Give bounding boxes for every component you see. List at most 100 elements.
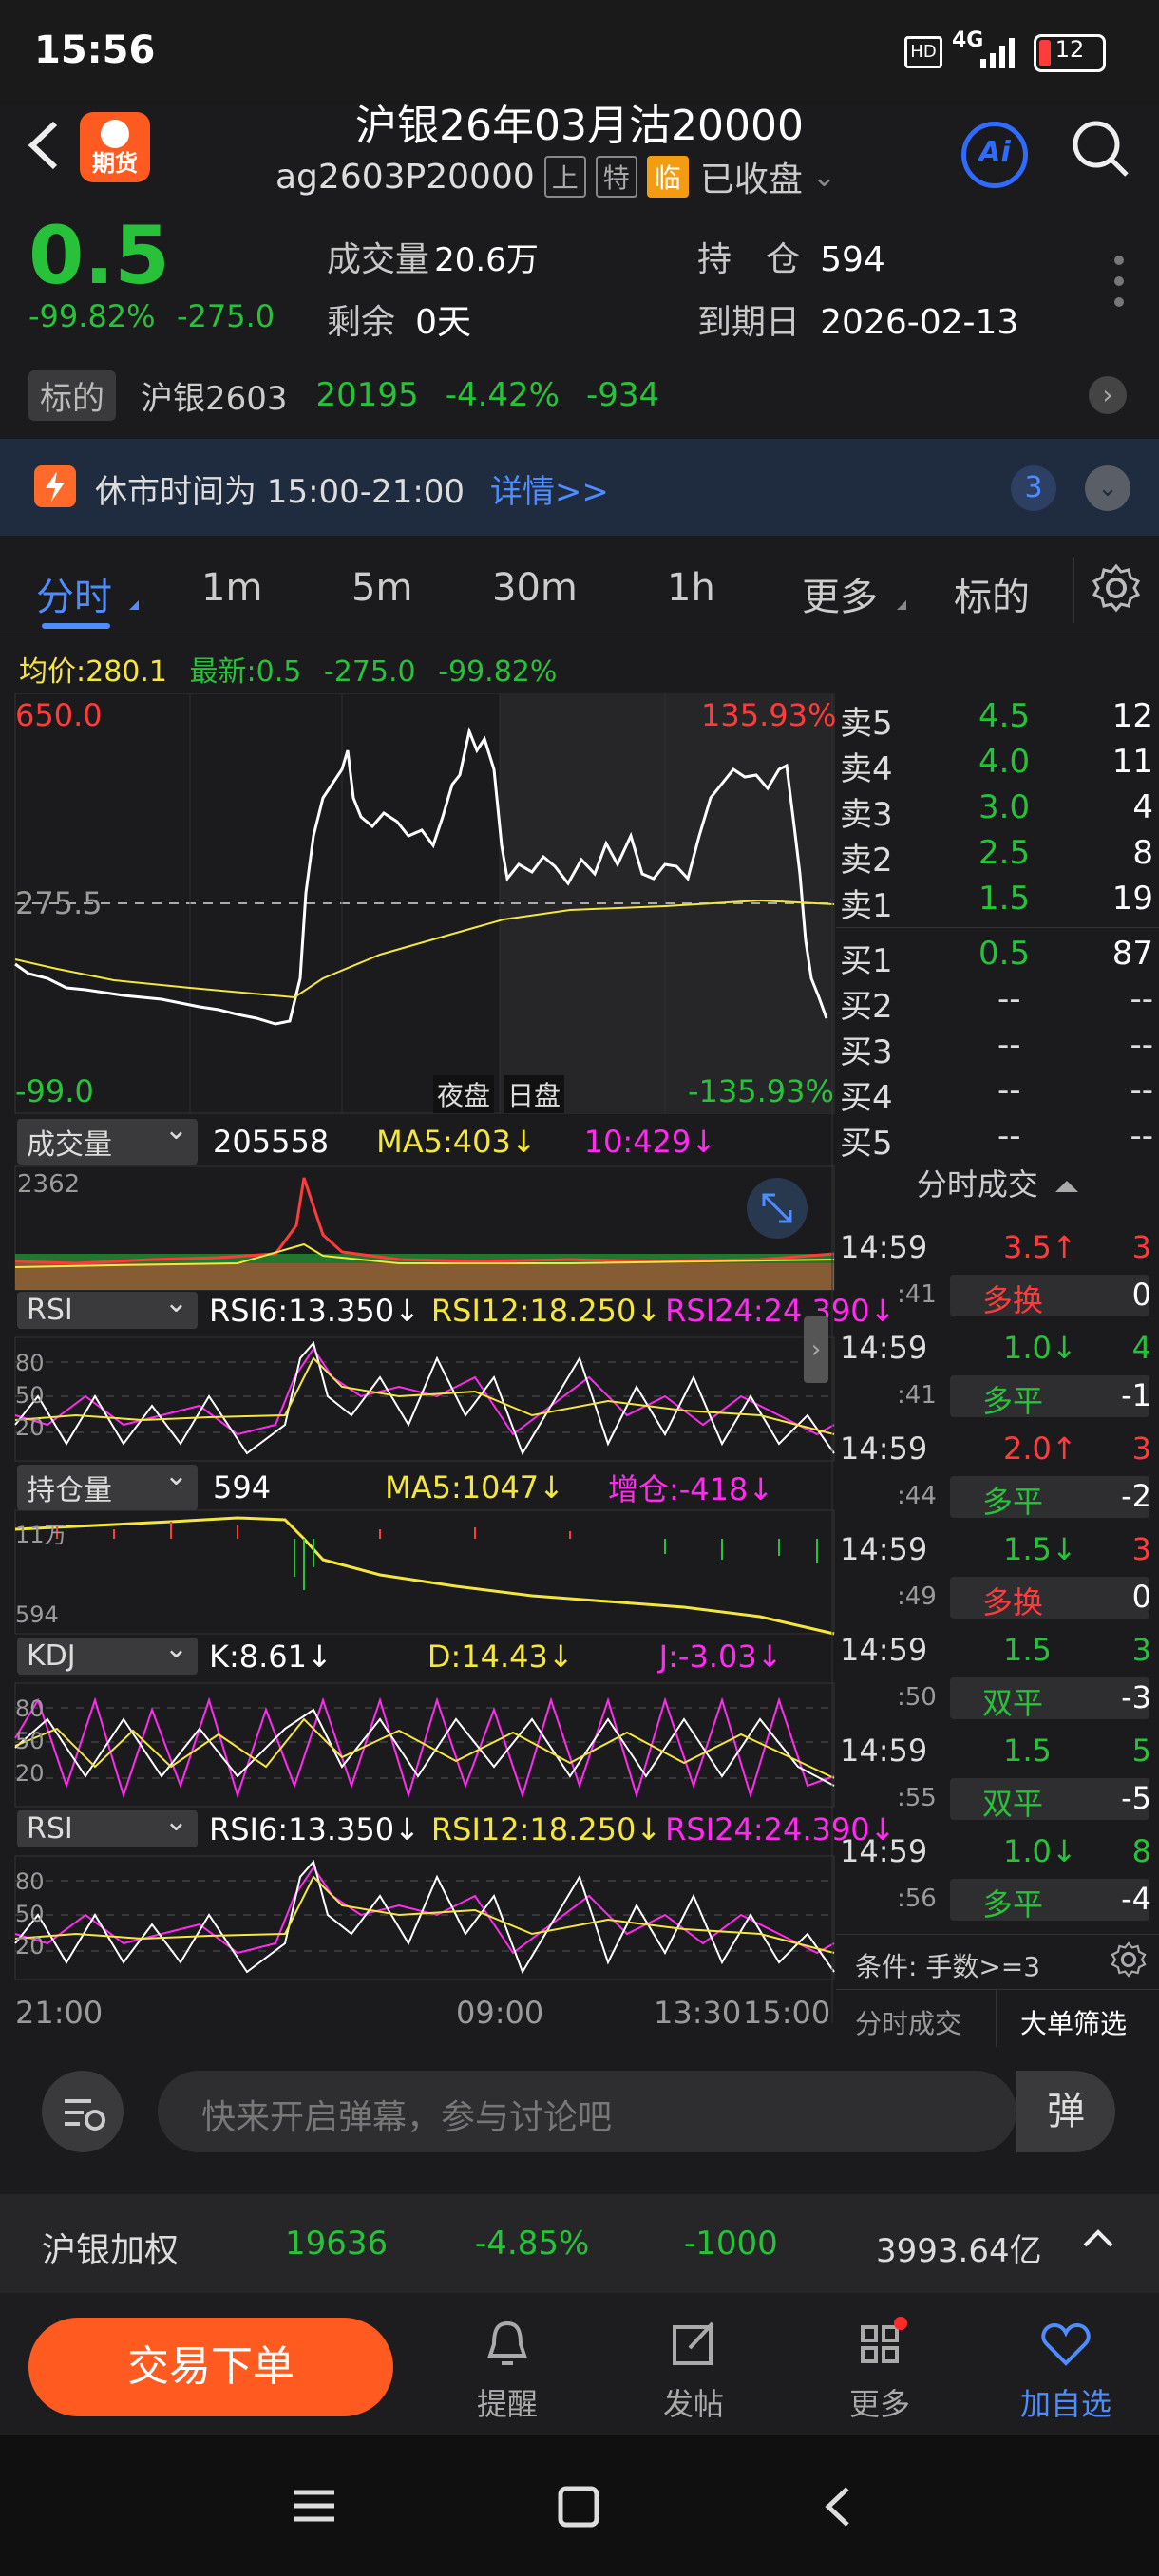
trade-oi-change: 0: [1131, 1579, 1151, 1615]
ask-price: 1.5: [978, 880, 1031, 918]
trade-seconds: :44: [897, 1482, 937, 1510]
latest-change: -275.0: [323, 655, 416, 689]
bid-row: 买2 -- --: [836, 980, 1159, 1026]
home-icon[interactable]: [555, 2483, 602, 2534]
trade-type: 多平: [982, 1484, 1044, 1520]
tab-more[interactable]: 更多: [802, 566, 878, 621]
volume-indicator-select[interactable]: 成交量: [17, 1113, 198, 1165]
gear-icon[interactable]: [1091, 562, 1142, 617]
notice-detail-link[interactable]: 详情>>: [490, 473, 609, 511]
nav-post[interactable]: 发帖: [636, 2316, 750, 2424]
volume-ma5: MA5:403↓: [376, 1124, 537, 1160]
trade-oi-change: -5: [1121, 1780, 1151, 1816]
ask-label: 卖2: [840, 842, 893, 880]
trade-order-button[interactable]: 交易下单: [28, 2318, 393, 2416]
underlying-row[interactable]: 标的 沪银2603 20195 -4.42% -934: [28, 369, 659, 421]
kdj-indicator-select[interactable]: KDJ: [17, 1632, 198, 1675]
x-axis-label-midday: 13:30: [654, 1995, 742, 2031]
expiry-label: 到期日: [697, 303, 801, 342]
trade-price: 1.0↓: [1003, 1833, 1077, 1869]
back-nav-icon[interactable]: [819, 2483, 857, 2534]
tab-1h[interactable]: 1h: [667, 566, 715, 610]
underlying-price: 20195: [315, 376, 419, 414]
trade-seconds: :56: [897, 1885, 937, 1913]
last-price: 0.5: [28, 209, 170, 302]
trade-qty: 8: [1131, 1833, 1151, 1869]
ask-label: 卖3: [840, 796, 893, 834]
trade-price: 1.5: [1003, 1632, 1052, 1668]
ask-row: 卖3 3.0 4: [836, 788, 1159, 834]
trade-time: 14:59: [840, 1430, 928, 1467]
tab-underlying[interactable]: 标的: [954, 566, 1030, 621]
tab-intraday[interactable]: 分时: [36, 566, 112, 621]
filter-condition: 条件: 手数>=3: [855, 1951, 1041, 1982]
weighted-index-row[interactable]: 沪银加权 19636 -4.85% -1000 3993.64亿: [0, 2194, 1159, 2293]
ask-qty: 4: [1132, 788, 1153, 826]
nav-more[interactable]: 更多: [823, 2316, 937, 2424]
oi-indicator-select[interactable]: 持仓量: [17, 1459, 198, 1510]
expand-icon[interactable]: [747, 1178, 808, 1239]
trade-type-box: [950, 1375, 1150, 1417]
ask-qty: 8: [1132, 834, 1153, 872]
tab-5m[interactable]: 5m: [352, 566, 412, 610]
ask-qty: 11: [1112, 743, 1153, 781]
rsi2-axis-levels: 80 50 20: [15, 1866, 45, 1962]
kdj-level-80: 80: [15, 1695, 45, 1722]
danmu-toggle-button[interactable]: 弹: [1016, 2071, 1115, 2152]
danmu-settings-icon[interactable]: [42, 2071, 124, 2152]
x-axis-label-start: 21:00: [15, 1995, 104, 2031]
ask-row: 卖1 1.5 19: [836, 880, 1159, 925]
contract-subtitle[interactable]: ag2603P20000 上 特 临 已收盘 ⌄: [276, 152, 836, 201]
rsi-level-50: 50: [15, 1382, 45, 1409]
rsi2-level-50: 50: [15, 1901, 45, 1927]
panel-toggle-handle[interactable]: ›: [804, 1316, 828, 1383]
trade-qty: 3: [1131, 1229, 1151, 1265]
collapse-caret-icon: [1055, 1181, 1079, 1192]
search-icon[interactable]: [1070, 118, 1132, 184]
rsi-level-80: 80: [15, 1350, 45, 1376]
trades-header[interactable]: 分时成交: [836, 1161, 1159, 1218]
x-axis-label-open: 09:00: [456, 1995, 544, 2031]
trade-oi-change: -1: [1121, 1377, 1151, 1413]
chevron-up-icon[interactable]: [1077, 2217, 1119, 2267]
change-value: -275.0: [177, 298, 276, 334]
ask-row: 卖4 4.0 11: [836, 743, 1159, 788]
trade-time: 14:59: [840, 1330, 928, 1366]
notice-count-badge[interactable]: 3: [1011, 465, 1056, 511]
ask-price: 3.0: [978, 788, 1031, 826]
trade-qty: 4: [1131, 1330, 1151, 1366]
trade-time: 14:59: [840, 1733, 928, 1769]
weighted-pct: -4.85%: [475, 2225, 590, 2263]
kdj-k-value: K:8.61↓: [209, 1638, 332, 1675]
subtab-time-sales[interactable]: 分时成交: [855, 2003, 961, 2041]
chevron-right-icon[interactable]: ›: [1089, 376, 1127, 414]
trades-list: 14:59 3.5↑ 3 :41 多换 0 14:59 1.0↓ 4 :41 多…: [836, 1225, 1159, 1928]
rsi6-value: RSI6:13.350↓: [209, 1292, 420, 1329]
oi-increase: 增仓:-418↓: [607, 1471, 774, 1507]
tab-30m[interactable]: 30m: [492, 566, 578, 610]
rsi2-indicator-select[interactable]: RSI: [17, 1805, 198, 1847]
danmu-input[interactable]: 快来开启弹幕，参与讨论吧: [158, 2071, 1016, 2152]
tab-1m[interactable]: 1m: [201, 566, 262, 610]
nav-alert[interactable]: 提醒: [450, 2316, 564, 2424]
oi-ma5: MA5:1047↓: [385, 1469, 564, 1506]
weighted-price: 19636: [285, 2225, 389, 2263]
pct-axis-top: 135.93%: [701, 697, 837, 733]
filter-row[interactable]: 条件: 手数>=3: [836, 1934, 1159, 1988]
bid-qty: --: [1130, 1071, 1153, 1109]
filter-gear-icon[interactable]: [1110, 1941, 1148, 1985]
exchange-tag: 上: [543, 156, 586, 198]
expand-chevron-icon[interactable]: ⌄: [1085, 465, 1130, 511]
rsi-indicator-select[interactable]: RSI: [17, 1286, 198, 1329]
more-vertical-icon[interactable]: [1110, 253, 1129, 313]
nav-watchlist[interactable]: 加自选: [1009, 2316, 1123, 2424]
trade-seconds: :41: [897, 1280, 937, 1309]
ai-button[interactable]: Ai: [961, 122, 1028, 188]
latest-pct: -99.82%: [438, 655, 558, 689]
battery-icon: 12: [1034, 34, 1106, 72]
change-pct: -99.82%: [28, 298, 156, 334]
subtab-block-filter[interactable]: 大单筛选: [1020, 2003, 1127, 2041]
menu-icon[interactable]: [291, 2485, 338, 2530]
ask-price: 2.5: [978, 834, 1031, 872]
underlying-name: 沪银2603: [141, 379, 288, 418]
